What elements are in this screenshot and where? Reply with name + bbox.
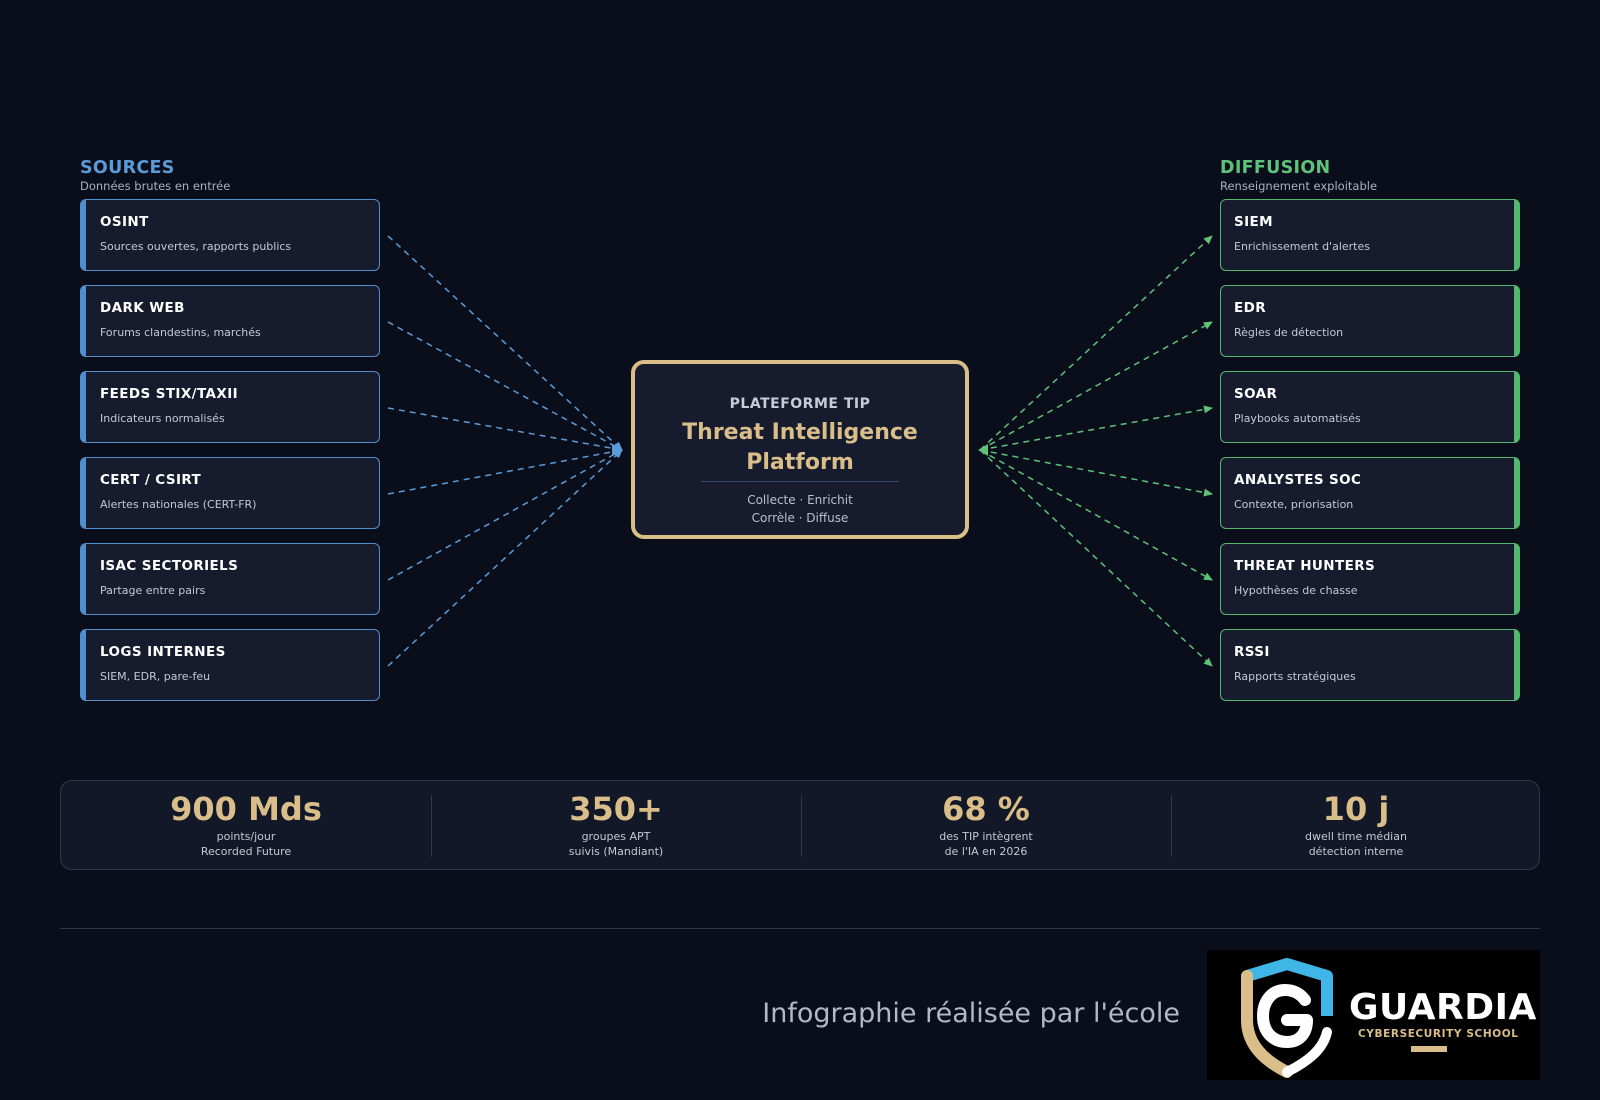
source-arrow xyxy=(387,449,623,667)
source-card-title: OSINT xyxy=(100,214,149,230)
stat-item: 350+ groupes APT suivis (Mandiant) xyxy=(431,781,801,871)
stat-label: des TIP intègrent de l'IA en 2026 xyxy=(801,829,1171,859)
diffusion-card-desc: Enrichissement d'alertes xyxy=(1234,240,1370,253)
source-card-osint: OSINT Sources ouvertes, rapports publics xyxy=(80,199,380,271)
source-card-dark-web: DARK WEB Forums clandestins, marchés xyxy=(80,285,380,357)
diffusion-card-title: ANALYSTES SOC xyxy=(1234,472,1362,488)
source-arrow xyxy=(387,407,623,453)
stat-label-line-2: Recorded Future xyxy=(200,845,292,858)
sources-header: SOURCES Données brutes en entrée xyxy=(80,158,230,194)
diffusion-card-desc: Hypothèses de chasse xyxy=(1234,584,1358,597)
source-card-desc: Indicateurs normalisés xyxy=(100,412,225,425)
diffusion-arrow xyxy=(979,449,1213,581)
diffusion-arrow xyxy=(979,449,1213,667)
platform-title-line-1: Threat Intelligence xyxy=(682,420,918,445)
platform-caption-line-1: Collecte · Enrichit xyxy=(747,493,853,507)
stats-band: 900 Mds points/jour Recorded Future 350+… xyxy=(60,780,1540,870)
stat-value: 350+ xyxy=(569,790,663,828)
diffusion-card-rssi: RSSI Rapports stratégiques xyxy=(1220,629,1520,701)
stat-label-line-1: des TIP intègrent xyxy=(939,830,1033,843)
source-card-isac: ISAC SECTORIELS Partage entre pairs xyxy=(80,543,380,615)
source-card-title: LOGS INTERNES xyxy=(100,644,226,660)
source-arrow xyxy=(387,449,623,581)
diffusion-card-desc: Playbooks automatisés xyxy=(1234,412,1361,425)
stat-label: dwell time médian détection interne xyxy=(1171,829,1541,859)
source-card-logs: LOGS INTERNES SIEM, EDR, pare-feu xyxy=(80,629,380,701)
diffusion-card-edr: EDR Règles de détection xyxy=(1220,285,1520,357)
stat-label: points/jour Recorded Future xyxy=(61,829,431,859)
stat-item: 900 Mds points/jour Recorded Future xyxy=(61,781,431,871)
stat-label-line-1: dwell time médian xyxy=(1305,830,1407,843)
diffusion-card-title: SIEM xyxy=(1234,214,1274,230)
diffusion-card-soar: SOAR Playbooks automatisés xyxy=(1220,371,1520,443)
source-arrow xyxy=(387,447,623,495)
stat-label-line-2: de l'IA en 2026 xyxy=(944,845,1028,858)
stat-value: 68 % xyxy=(942,790,1030,828)
center-right-arrowhead xyxy=(978,444,988,456)
diffusion-card-siem: SIEM Enrichissement d'alertes xyxy=(1220,199,1520,271)
source-card-cert: CERT / CSIRT Alertes nationales (CERT-FR… xyxy=(80,457,380,529)
guardia-logo: GUARDIA CYBERSECURITY SCHOOL xyxy=(1207,950,1540,1080)
logo-tagline: CYBERSECURITY SCHOOL xyxy=(1358,1028,1519,1040)
source-card-desc: Partage entre pairs xyxy=(100,584,206,597)
footer-divider xyxy=(60,928,1540,929)
stat-label-line-2: détection interne xyxy=(1308,845,1404,858)
sources-title: SOURCES xyxy=(80,158,175,178)
sources-subtitle: Données brutes en entrée xyxy=(80,179,231,193)
source-arrow xyxy=(387,321,623,451)
source-card-desc: Sources ouvertes, rapports publics xyxy=(100,240,292,253)
platform-kicker: PLATEFORME TIP xyxy=(729,396,871,412)
stat-value: 10 j xyxy=(1322,790,1390,828)
stat-label: groupes APT suivis (Mandiant) xyxy=(431,829,801,859)
platform-title-line-2: Platform xyxy=(746,450,854,475)
source-card-title: FEEDS STIX/TAXII xyxy=(100,386,239,402)
source-arrow xyxy=(387,235,623,451)
diffusion-card-title: THREAT HUNTERS xyxy=(1234,558,1376,574)
stat-item: 10 j dwell time médian détection interne xyxy=(1171,781,1541,871)
source-card-title: CERT / CSIRT xyxy=(100,472,202,488)
diffusion-subtitle: Renseignement exploitable xyxy=(1220,179,1378,193)
diffusion-card-title: SOAR xyxy=(1234,386,1278,402)
diffusion-card-desc: Contexte, priorisation xyxy=(1234,498,1354,511)
platform-caption: Collecte · Enrichit Corrèle · Diffuse xyxy=(635,491,965,527)
logo-accent-bar xyxy=(1411,1046,1447,1052)
stat-label-line-2: suivis (Mandiant) xyxy=(568,845,664,858)
infographic-canvas: SOURCES Données brutes en entrée OSINT S… xyxy=(0,0,1600,1100)
diffusion-arrow xyxy=(979,321,1213,451)
stat-value: 900 Mds xyxy=(170,790,322,828)
logo-name: GUARDIA xyxy=(1349,987,1537,1028)
tip-platform-node: PLATEFORME TIP Threat Intelligence Platf… xyxy=(631,360,969,539)
diffusion-card-soc-analysts: ANALYSTES SOC Contexte, priorisation xyxy=(1220,457,1520,529)
diffusion-card-desc: Règles de détection xyxy=(1234,326,1344,339)
diffusion-arrow xyxy=(979,235,1213,451)
diffusion-card-title: EDR xyxy=(1234,300,1267,316)
shield-icon xyxy=(1241,958,1333,1078)
diffusion-card-title: RSSI xyxy=(1234,644,1270,660)
source-card-desc: Forums clandestins, marchés xyxy=(100,326,261,339)
source-card-desc: SIEM, EDR, pare-feu xyxy=(100,670,211,683)
platform-divider xyxy=(701,481,899,482)
stat-label-line-1: groupes APT xyxy=(581,830,651,843)
source-card-title: DARK WEB xyxy=(100,300,185,316)
diffusion-arrow xyxy=(979,449,1213,497)
diffusion-card-threat-hunters: THREAT HUNTERS Hypothèses de chasse xyxy=(1220,543,1520,615)
stat-label-line-1: points/jour xyxy=(216,830,276,843)
footer-credit: Infographie réalisée par l'école xyxy=(762,998,1180,1029)
diffusion-arrow xyxy=(979,405,1213,451)
source-arrows xyxy=(387,235,623,667)
platform-title: Threat Intelligence Platform xyxy=(635,418,965,478)
diffusion-header: DIFFUSION Renseignement exploitable xyxy=(1220,158,1377,194)
diffusion-card-desc: Rapports stratégiques xyxy=(1234,670,1356,683)
diffusion-arrows xyxy=(979,235,1213,667)
stat-item: 68 % des TIP intègrent de l'IA en 2026 xyxy=(801,781,1171,871)
diffusion-title: DIFFUSION xyxy=(1220,158,1331,178)
source-card-desc: Alertes nationales (CERT-FR) xyxy=(100,498,257,511)
source-card-title: ISAC SECTORIELS xyxy=(100,558,239,574)
source-card-feeds: FEEDS STIX/TAXII Indicateurs normalisés xyxy=(80,371,380,443)
platform-caption-line-2: Corrèle · Diffuse xyxy=(751,511,849,525)
